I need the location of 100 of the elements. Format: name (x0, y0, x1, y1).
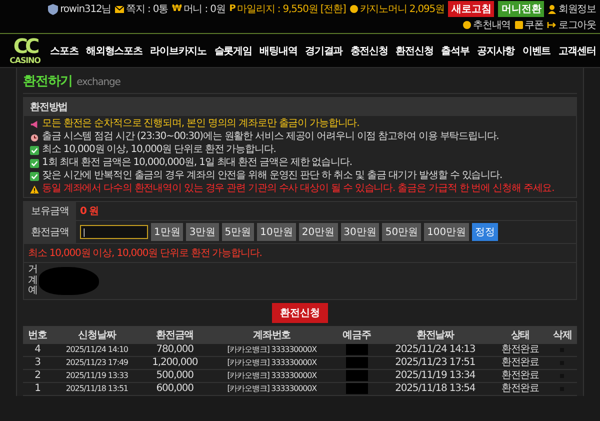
checkbox-icon (30, 172, 39, 181)
column-header: 환전날짜 (378, 326, 492, 344)
nav-item[interactable]: 이벤트 (522, 44, 551, 58)
casino-money-balance: 카지노머니 2,095원 (360, 3, 444, 16)
table-cell: 환전완료 (492, 382, 548, 395)
coin-icon (462, 21, 471, 29)
p-icon: P (229, 4, 236, 14)
redaction-block (346, 383, 368, 394)
alarm-clock-icon (30, 133, 39, 142)
notice-text: 출금 시스템 점검 시간 (23:30~00:30)에는 원활한 서비스 제공이 어려우니 이점 참고하여 이용 부탁드립니다. (42, 131, 499, 143)
table-cell: 2025/11/23 17:51 (378, 356, 492, 369)
column-header: 상태 (492, 326, 548, 344)
money-convert-button[interactable]: 머니전환 (498, 1, 544, 17)
quick-amount-button[interactable]: 50만원 (382, 223, 422, 241)
logout-icon (547, 21, 556, 29)
header-link[interactable]: 쿠폰 (524, 18, 544, 32)
table-cell: 1 (23, 382, 52, 395)
money-balance: 머니 : 0원 (183, 3, 226, 16)
quick-amount-button[interactable]: 5만원 (222, 223, 254, 241)
page-title: 환전하기 (23, 73, 73, 90)
redaction-block (346, 370, 368, 381)
column-header: 환전금액 (142, 326, 208, 344)
nav-item[interactable]: 슬롯게임 (214, 44, 252, 58)
warning-icon (30, 185, 39, 194)
account-info-text: 계 (28, 276, 38, 286)
redaction-block (346, 344, 368, 355)
checkbox-icon (30, 159, 39, 168)
coin-icon (350, 5, 358, 13)
balance-amount: 0 원 (80, 205, 99, 218)
reset-button[interactable]: 정정 (472, 223, 498, 241)
table-cell: 2025/11/23 17:49 (52, 356, 142, 369)
nav-item[interactable]: 배팅내역 (260, 44, 298, 58)
envelope-icon (115, 6, 124, 12)
quick-amount-button[interactable]: 10만원 (257, 223, 296, 241)
exchange-submit-button[interactable]: 환전신청 (272, 302, 328, 322)
nav-item[interactable]: 환전신청 (396, 44, 434, 58)
table-cell: [카카오뱅크] 333330000X (208, 356, 336, 369)
checkbox-icon (30, 146, 39, 155)
notice-text: 최소 10,000원 이상, 10,000원 단위로 환전 가능합니다. (42, 144, 276, 156)
logo-text[interactable]: CASINO (10, 56, 40, 65)
refresh-button[interactable]: 새로고침 (448, 1, 494, 17)
account-info-text: 예 (28, 286, 38, 296)
table-cell: 4 (23, 344, 52, 356)
quick-amount-button[interactable]: 30만원 (340, 223, 380, 241)
column-header: 예금주 (336, 326, 378, 344)
nav-item[interactable]: 경기결과 (304, 44, 343, 58)
table-cell: [카카오뱅크] 333330000X (208, 369, 336, 382)
notice-heading: 환전방법 (24, 98, 576, 116)
logo-mark[interactable]: CC (13, 36, 37, 56)
page-subtitle: exchange (76, 77, 120, 88)
table-cell: 2025/11/18 13:51 (52, 382, 142, 395)
quick-amount-button[interactable]: 100만원 (424, 223, 470, 241)
table-cell: 780,000 (142, 344, 208, 356)
nav-item[interactable]: 고객센터 (558, 44, 596, 58)
header-link[interactable]: 추천내역 (472, 18, 511, 32)
column-header: 계좌번호 (208, 326, 336, 344)
nav-item[interactable]: 라이브카지노 (150, 44, 207, 58)
table-cell: 2025/11/24 14:10 (52, 344, 142, 356)
table-cell: 2025/11/18 13:54 (378, 382, 492, 395)
table-cell: [카카오뱅크] 333330000X (208, 344, 336, 356)
account-info-text: 거 (28, 265, 38, 276)
nav-item[interactable]: 충전신청 (350, 44, 388, 58)
mileage-balance[interactable]: 마일리지 : 9,550원 [전환] (237, 2, 346, 16)
header-link[interactable]: 회원정보 (558, 2, 596, 16)
table-cell: 환전완료 (492, 369, 548, 382)
nav-item[interactable]: 공지사항 (477, 44, 515, 58)
quick-amount-button[interactable]: 1만원 (151, 223, 184, 241)
table-cell: 2025/11/24 14:13 (378, 344, 492, 356)
column-header: 신청날짜 (52, 326, 142, 344)
table-cell: 환전완료 (492, 344, 548, 356)
table-cell: 환전완료 (492, 356, 548, 369)
won-icon: ₩ (172, 4, 182, 14)
user-icon (548, 4, 556, 14)
table-cell: 500,000 (142, 369, 208, 382)
notice-text: 동일 계좌에서 다수의 환전내역이 있는 경우 관련 기관의 수사 대상이 될 수 있습니다. 출금은 가급적 한 번에 신청해 주세요. (42, 183, 554, 195)
table-cell: 600,000 (142, 382, 208, 395)
nav-item[interactable]: 출석부 (441, 44, 470, 58)
redaction-block (346, 357, 368, 368)
shield-icon (48, 4, 58, 14)
quick-amount-button[interactable]: 20만원 (298, 223, 338, 241)
quick-amount-button[interactable]: 3만원 (186, 223, 219, 241)
amount-input[interactable]: | (80, 225, 148, 239)
balance-label: 보유금액 (24, 202, 76, 220)
redaction-block (39, 266, 100, 295)
notice-text: 잦은 시간에 반복적인 출금의 경우 계좌의 안전을 위해 운영진 판단 하 취소 및 출금 대기가 발생할 수 있습니다. (42, 170, 502, 182)
amount-label: 환전금액 (24, 221, 76, 243)
nav-item[interactable]: 해외형스포츠 (86, 44, 142, 58)
table-cell: 1,200,000 (142, 356, 208, 369)
amount-hint: 최소 10,000원 이상, 10,000원 단위로 환전 가능합니다. (24, 244, 576, 263)
header-link[interactable]: 로그아웃 (558, 18, 596, 32)
table-cell: 2025/11/19 13:34 (378, 369, 492, 382)
table-cell: 3 (23, 356, 52, 369)
notice-text: 모든 환전은 순차적으로 진행되며, 본인 명의의 계좌로만 출금이 가능합니다. (42, 118, 360, 130)
message-count[interactable]: 쪽지 : 0통 (126, 2, 168, 16)
table-cell: 2025/11/19 13:33 (52, 369, 142, 382)
table-cell: 2 (23, 369, 52, 382)
column-header: 번호 (23, 326, 52, 344)
notice-text: 1회 최대 환전 금액은 10,000,000원, 1일 최대 환전 금액은 제한 없습니다. (42, 157, 352, 169)
table-cell: [카카오뱅크] 333330000X (208, 382, 336, 395)
nav-item[interactable]: 스포츠 (50, 44, 78, 58)
